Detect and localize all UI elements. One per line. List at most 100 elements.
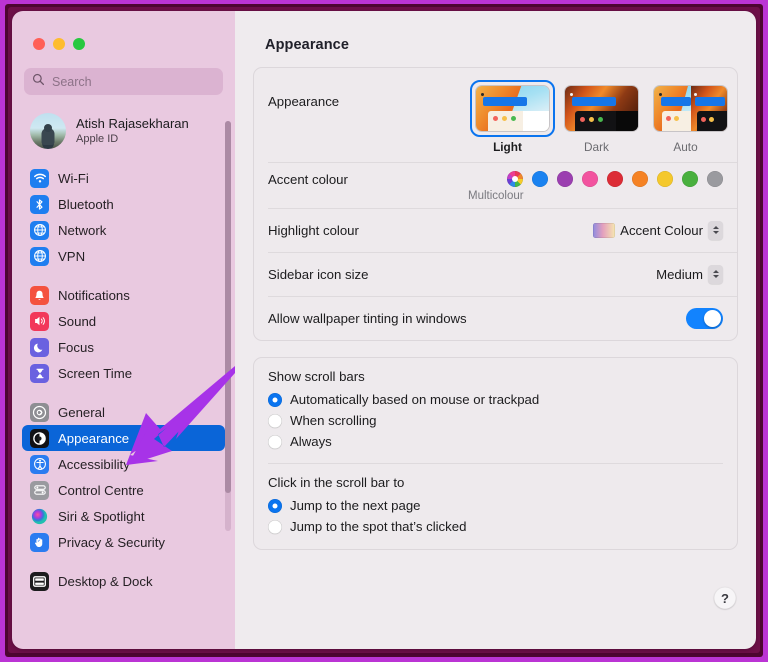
search-icon	[32, 73, 45, 91]
sidebar-item-network[interactable]: Network	[22, 217, 225, 243]
network-globe-icon	[30, 220, 49, 240]
radio-button[interactable]	[268, 413, 282, 428]
radio-option[interactable]: Jump to the next page	[268, 495, 723, 516]
sidebar-item-label: Screen Time	[58, 365, 133, 381]
accent-colour-swatches	[507, 171, 723, 187]
sidebar-group-separator	[12, 269, 235, 282]
sidebar-nav: Wi-Fi Bluetooth Network VPN Notifications Sou…	[12, 165, 235, 594]
accent-colour-row: Accent colour Multicolour	[254, 162, 737, 208]
avatar	[30, 113, 66, 149]
sidebar-group: Wi-Fi Bluetooth Network VPN	[12, 165, 235, 269]
sidebar-item-privacy-security[interactable]: Privacy & Security	[22, 529, 225, 555]
radio-label: Automatically based on mouse or trackpad	[290, 392, 540, 407]
wallpaper-tinting-label: Allow wallpaper tinting in windows	[268, 310, 467, 326]
sidebar-scrollbar-track[interactable]	[225, 121, 231, 531]
bell-icon	[30, 285, 49, 305]
theme-option-dark[interactable]: Dark	[559, 80, 639, 154]
radio-option[interactable]: Automatically based on mouse or trackpad	[268, 389, 723, 410]
accent-swatch-purple[interactable]	[557, 171, 573, 187]
sidebar-item-siri-spotlight[interactable]: Siri & Spotlight	[22, 503, 225, 529]
sidebar-icon-size-popup[interactable]: Medium	[656, 264, 723, 284]
show-scroll-bars-options: Automatically based on mouse or trackpad…	[268, 389, 723, 452]
accent-swatch-pink[interactable]	[582, 171, 598, 187]
sidebar-item-sound[interactable]: Sound	[22, 308, 225, 334]
search-field[interactable]	[24, 68, 223, 95]
appearance-label: Appearance	[268, 94, 340, 109]
search-input[interactable]	[52, 74, 215, 89]
highlight-colour-row: Highlight colour Accent Colour	[254, 208, 737, 252]
radio-button[interactable]	[268, 519, 282, 534]
theme-option-auto[interactable]: Auto	[648, 80, 728, 154]
sidebar-item-label: Wi-Fi	[58, 170, 89, 186]
system-settings-window: Atish Rajasekharan Apple ID Wi-Fi Bluetoo…	[12, 11, 756, 649]
radio-button[interactable]	[268, 498, 282, 513]
sidebar-item-label: Accessibility	[58, 456, 130, 472]
highlight-colour-label: Highlight colour	[268, 222, 359, 238]
sidebar-group-separator	[12, 555, 235, 568]
highlight-gradient-swatch	[593, 222, 616, 238]
sidebar-group: Desktop & Dock	[12, 568, 235, 594]
chevron-updown-icon	[708, 220, 723, 240]
theme-label-auto: Auto	[673, 140, 698, 154]
sidebar-item-general[interactable]: General	[22, 399, 225, 425]
radio-button[interactable]	[268, 392, 282, 407]
radio-option[interactable]: Jump to the spot that’s clicked	[268, 516, 723, 537]
scroll-bar-settings-card: Show scroll bars Automatically based on …	[253, 357, 738, 550]
maximise-button[interactable]	[73, 38, 85, 50]
accent-swatch-red[interactable]	[607, 171, 623, 187]
theme-label-dark: Dark	[584, 140, 609, 154]
accent-swatch-graphite[interactable]	[707, 171, 723, 187]
theme-option-light[interactable]: Light	[470, 80, 555, 154]
appearance-settings-card: Appearance Light Dark Auto Accent colour…	[253, 67, 738, 341]
wallpaper-tinting-toggle[interactable]	[686, 307, 723, 329]
radio-label: Jump to the spot that’s clicked	[290, 519, 467, 534]
gear-icon	[30, 402, 49, 422]
close-button[interactable]	[33, 38, 45, 50]
sidebar-icon-size-label: Sidebar icon size	[268, 266, 369, 282]
sidebar-item-label: Privacy & Security	[58, 534, 165, 550]
sidebar-item-notifications[interactable]: Notifications	[22, 282, 225, 308]
sidebar-item-appearance[interactable]: Appearance	[22, 425, 225, 451]
theme-label-light: Light	[493, 140, 522, 154]
accent-swatch-orange[interactable]	[632, 171, 648, 187]
theme-options: Light Dark Auto	[470, 80, 728, 154]
sidebar-group: Notifications Sound Focus Screen Time	[12, 282, 235, 386]
accent-swatch-blue[interactable]	[532, 171, 548, 187]
sidebar-item-label: Control Centre	[58, 482, 144, 498]
main-pane: Appearance Appearance Light Dark Auto Ac…	[235, 11, 756, 649]
radio-option[interactable]: When scrolling	[268, 410, 723, 431]
sidebar-item-wi-fi[interactable]: Wi-Fi	[22, 165, 225, 191]
help-button[interactable]: ?	[714, 587, 736, 609]
sidebar-item-focus[interactable]: Focus	[22, 334, 225, 360]
speaker-icon	[30, 311, 49, 331]
chevron-updown-icon	[708, 264, 723, 284]
minimise-button[interactable]	[53, 38, 65, 50]
theme-thumb-auto	[653, 85, 728, 132]
sidebar-scrollbar-thumb[interactable]	[225, 121, 231, 493]
sidebar-item-label: Sound	[58, 313, 97, 329]
bluetooth-icon	[30, 194, 49, 214]
sidebar-item-vpn[interactable]: VPN	[22, 243, 225, 269]
sidebar-item-label: Siri & Spotlight	[58, 508, 145, 524]
account-row[interactable]: Atish Rajasekharan Apple ID	[26, 109, 225, 153]
accent-swatch-green[interactable]	[682, 171, 698, 187]
accent-colour-caption: Multicolour	[468, 190, 524, 202]
radio-button[interactable]	[268, 434, 282, 449]
highlight-colour-popup[interactable]: Accent Colour	[593, 220, 723, 240]
radio-option[interactable]: Always	[268, 431, 723, 452]
sidebar-item-bluetooth[interactable]: Bluetooth	[22, 191, 225, 217]
sidebar-item-screen-time[interactable]: Screen Time	[22, 360, 225, 386]
theme-thumb-dark	[564, 85, 639, 132]
sidebar-item-control-centre[interactable]: Control Centre	[22, 477, 225, 503]
sidebar-item-label: Network	[58, 222, 107, 238]
sidebar-item-label: Focus	[58, 339, 94, 355]
show-scroll-bars-title: Show scroll bars	[268, 369, 365, 384]
accent-swatch-multicolour[interactable]	[507, 171, 523, 187]
sidebar-item-accessibility[interactable]: Accessibility	[22, 451, 225, 477]
sidebar-item-desktop-dock[interactable]: Desktop & Dock	[22, 568, 225, 594]
wallpaper-tinting-row: Allow wallpaper tinting in windows	[254, 296, 737, 340]
accent-swatch-yellow[interactable]	[657, 171, 673, 187]
page-title: Appearance	[265, 37, 350, 53]
appearance-row: Appearance Light Dark Auto	[254, 68, 737, 162]
hourglass-icon	[30, 363, 49, 383]
